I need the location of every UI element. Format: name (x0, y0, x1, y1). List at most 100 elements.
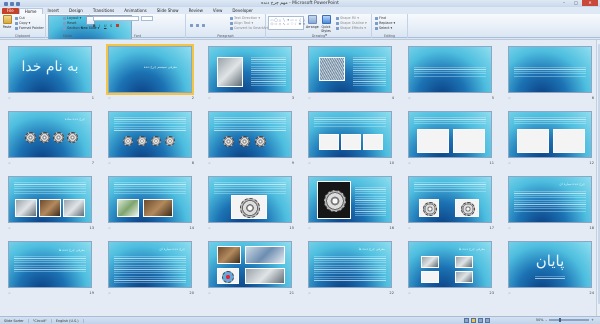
gear-photo (143, 199, 173, 217)
slide-transition-icon: ☆ (108, 161, 111, 165)
font-size-box[interactable] (141, 16, 153, 21)
paragraph-label: Paragraph (217, 34, 234, 38)
zoom-in-button[interactable]: + (591, 318, 594, 322)
layout-label: Layout ▾ (67, 16, 82, 20)
language-label[interactable]: English (U.S.) (52, 318, 84, 323)
normal-view-icon[interactable] (464, 318, 469, 323)
slide-thumb-20[interactable]: چرخ دنده سیاره ای (108, 241, 192, 288)
gear-icon (222, 271, 234, 283)
slide-transition-icon: ☆ (408, 226, 411, 230)
paste-button[interactable]: Paste (1, 15, 13, 29)
align-button[interactable] (202, 24, 205, 27)
slide-thumb-11[interactable] (408, 111, 492, 158)
shapes-gallery[interactable]: ▭ ◯ △ ╲ ➔ ▭ ☆{} ⬡ ⇨ ◇ ∿ ▱ ♡ ☾ ✚ ▾ (268, 16, 305, 30)
slide-thumb-22[interactable]: معرفی چرخ دنده ها (308, 241, 392, 288)
slide-thumb-23[interactable]: معرفی چرخ دنده ها (408, 241, 492, 288)
window-title: مهم چرخ دنده - Microsoft PowerPoint (261, 1, 339, 6)
slide-thumb-10[interactable] (308, 111, 392, 158)
gear-icon (255, 136, 266, 147)
gear-photo (417, 129, 449, 153)
slide-thumb-15[interactable] (208, 176, 292, 223)
slide-text-lines (514, 117, 586, 125)
zoom-level[interactable]: 50% (536, 318, 544, 322)
shape-outline-button[interactable]: Shape Outline ▾ (336, 21, 367, 25)
ribbon-tabs: File Home Insert Design Transitions Anim… (0, 7, 600, 14)
slide-thumb-1[interactable]: به نام خدا (8, 46, 92, 93)
slide-transition-icon: ☆ (8, 161, 11, 165)
gear-photo (453, 129, 485, 153)
slide-text-lines (414, 182, 486, 192)
slide-18-title: چرخ دنده سیاره ای (559, 182, 585, 186)
convert-smartart-button[interactable]: Convert to SmartArt ▾ (230, 26, 271, 30)
slide-thumb-9[interactable] (208, 111, 292, 158)
slide-sorter-view-icon[interactable] (471, 318, 476, 323)
shape-effects-button[interactable]: Shape Effects ▾ (336, 26, 366, 30)
gear-photo (245, 246, 285, 264)
shape-fill-button[interactable]: Shape Fill ▾ (336, 16, 359, 20)
minimize-button[interactable]: – (558, 0, 570, 6)
paste-label: Paste (2, 25, 12, 29)
slide-transition-icon: ☆ (8, 226, 11, 230)
cut-button[interactable]: Cut (15, 16, 25, 20)
slide-show-icon[interactable] (485, 318, 490, 323)
zoom-slider-thumb[interactable] (559, 317, 562, 323)
reading-view-icon[interactable] (478, 318, 483, 323)
slide-thumb-12[interactable] (508, 111, 592, 158)
gear-photo (455, 271, 473, 283)
slide-thumb-16[interactable] (308, 176, 392, 223)
slide-thumb-24[interactable]: پایان (508, 241, 592, 288)
slide-thumb-14[interactable] (108, 176, 192, 223)
bullets-button[interactable] (190, 24, 193, 27)
select-button[interactable]: Select ▾ (375, 26, 392, 30)
drawing-group: ▭ ◯ △ ╲ ➔ ▭ ☆{} ⬡ ⇨ ◇ ∿ ▱ ♡ ☾ ✚ ▾ Arrange Quick Styles… (266, 14, 372, 38)
layout-icon (63, 16, 66, 20)
slide-thumb-4[interactable] (308, 46, 392, 93)
save-icon[interactable] (4, 1, 8, 6)
zoom-slider[interactable] (549, 317, 590, 323)
format-painter-button[interactable]: Format Painter (15, 26, 44, 30)
gear-photo (363, 134, 383, 150)
bold-button[interactable]: B (93, 24, 96, 28)
slide-thumb-13[interactable] (8, 176, 92, 223)
slide-sorter-pane[interactable]: به نام خدا 1 ☆ معرفی سیستم چرخ دنده 2 ☆ … (0, 39, 600, 317)
font-name-box[interactable] (93, 16, 139, 21)
gear-machine-image (217, 57, 243, 87)
numbering-button[interactable] (196, 24, 199, 27)
find-button[interactable]: Find (375, 16, 386, 20)
slide-thumb-8[interactable] (108, 111, 192, 158)
undo-icon[interactable] (10, 1, 14, 6)
slide-text-lines (14, 256, 86, 272)
slide-thumb-7[interactable]: چرخ دنده ساده (8, 111, 92, 158)
slide-thumb-19[interactable]: معرفی چرخ دنده ها (8, 241, 92, 288)
close-button[interactable]: ✕ (582, 0, 598, 6)
font-color-button[interactable] (116, 24, 119, 27)
section-button[interactable]: Section ▾ (63, 26, 82, 30)
arrange-label: Arrange (306, 25, 319, 29)
text-direction-button[interactable]: Text Direction ▾ (230, 16, 260, 20)
replace-button[interactable]: Replace ▾ (375, 21, 395, 25)
italic-button[interactable]: I (99, 24, 100, 28)
vertical-scrollbar[interactable] (596, 40, 600, 317)
slide-thumb-17[interactable] (408, 176, 492, 223)
underline-button[interactable]: U (104, 24, 106, 28)
reset-button[interactable]: Reset (63, 21, 76, 25)
gear-photo (231, 195, 267, 219)
shadow-button[interactable]: S (110, 24, 112, 28)
redo-icon[interactable] (16, 1, 20, 6)
gear-photo (63, 199, 85, 217)
slide-thumb-21[interactable] (208, 241, 292, 288)
slide-thumb-3[interactable] (208, 46, 292, 93)
slide-thumb-18[interactable]: چرخ دنده سیاره ای (508, 176, 592, 223)
align-text-icon (230, 21, 233, 25)
layout-button[interactable]: Layout ▾ (63, 16, 81, 20)
gear-icon (223, 136, 234, 147)
zoom-out-button[interactable]: – (545, 318, 547, 322)
slide-thumb-6[interactable] (508, 46, 592, 93)
slide-thumb-5[interactable] (408, 46, 492, 93)
copy-button[interactable]: Copy ▾ (15, 21, 30, 25)
slide-thumb-2[interactable]: معرفی سیستم چرخ دنده (106, 44, 194, 95)
slides-label: Slides (62, 34, 73, 38)
align-text-button[interactable]: Align Text ▾ (230, 21, 253, 25)
arrange-button[interactable]: Arrange (306, 15, 319, 29)
maximize-button[interactable]: □ (570, 0, 582, 6)
